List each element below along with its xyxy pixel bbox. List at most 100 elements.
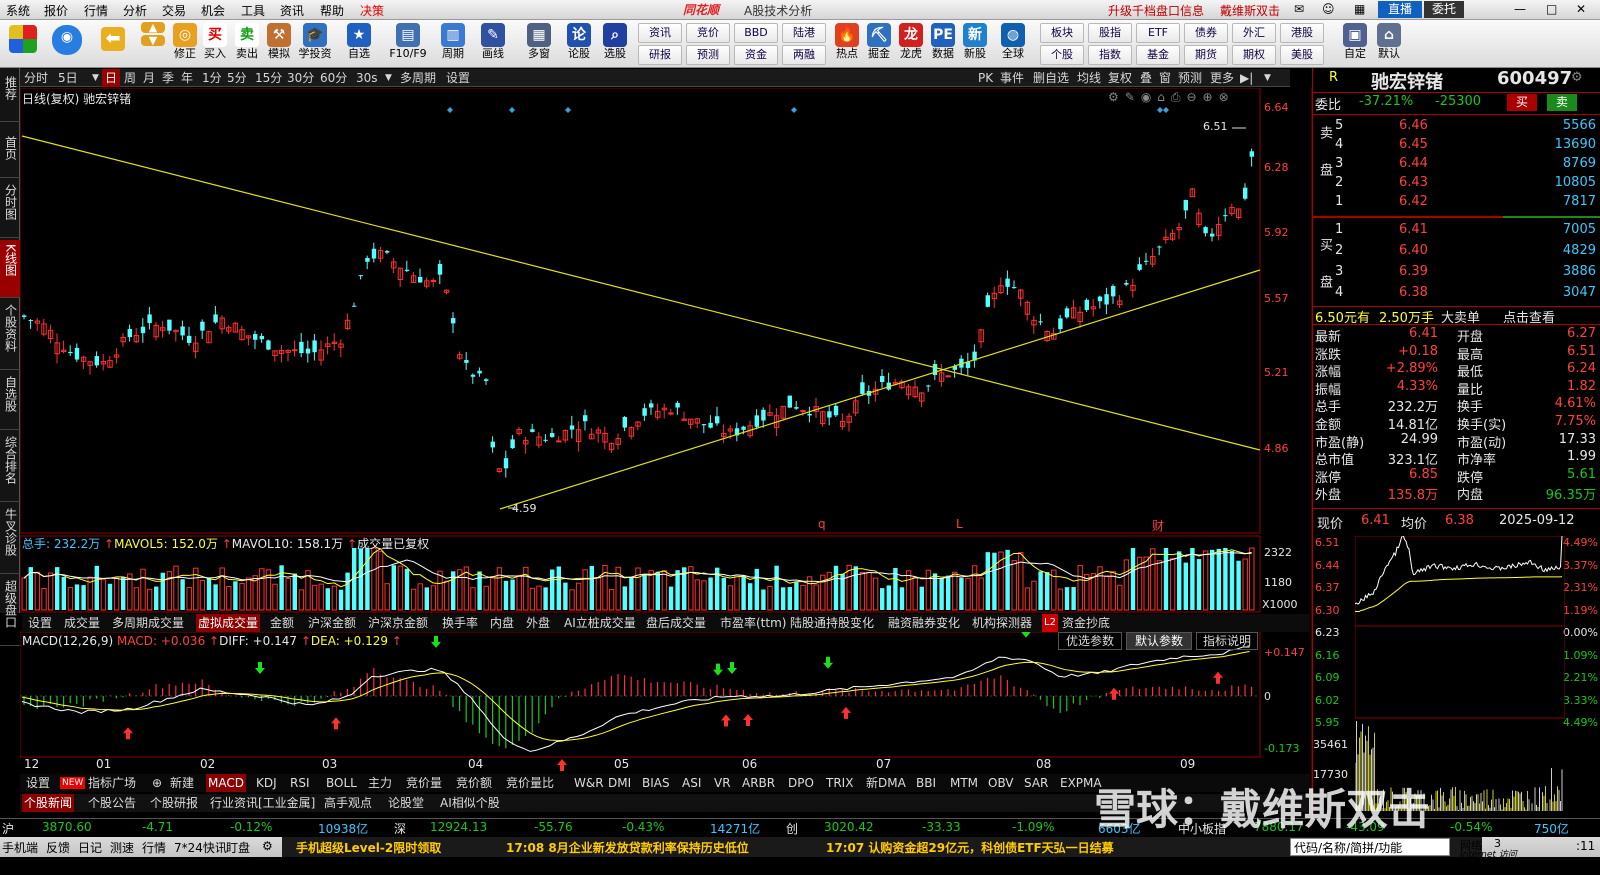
news-tab-announce[interactable]: 个股公告 xyxy=(86,794,138,812)
btab-indicator-square[interactable]: 指标广场 xyxy=(86,774,138,792)
ind-tab-inner[interactable]: 内盘 xyxy=(488,614,516,632)
btab-boll[interactable]: BOLL xyxy=(324,774,359,792)
menu-info[interactable]: 资讯 xyxy=(280,2,304,19)
menu-tools[interactable]: 工具 xyxy=(241,2,265,19)
btab-obv[interactable]: OBV xyxy=(986,774,1016,792)
maximize-icon[interactable]: □ xyxy=(1546,2,1557,16)
chart-tool-icons[interactable]: ⚙✎◉⌂⎙⊖⊕⊗ xyxy=(1108,90,1235,105)
feedback-link[interactable]: 反馈 xyxy=(46,839,70,856)
news-tab-ai-similar[interactable]: AI相似个股 xyxy=(438,794,502,812)
buy-button[interactable]: 买 xyxy=(1507,94,1537,111)
left-tab-ranking[interactable]: 综合排名 xyxy=(0,432,20,502)
toolbar-select[interactable]: ⌕ 选股 xyxy=(598,22,632,66)
davis-link[interactable]: 戴维斯双击 xyxy=(1220,2,1280,19)
ind-tab-volume[interactable]: 成交量 xyxy=(62,614,102,632)
ind-tab-sh-sz-amount[interactable]: 沪深金额 xyxy=(306,614,358,632)
close-icon[interactable]: ✕ xyxy=(1576,2,1586,16)
btn-margin[interactable]: 两融 xyxy=(782,45,826,65)
toolbar-buy[interactable]: 买买入 xyxy=(198,22,232,66)
flash-link[interactable]: 7*24快讯 xyxy=(174,839,227,856)
ma-button[interactable]: 均线 xyxy=(1077,69,1101,87)
btn-bond[interactable]: 债券 xyxy=(1184,23,1228,43)
toolbar-data[interactable]: PE 数据 xyxy=(926,22,960,66)
toolbar-hotspot[interactable]: 🔥 热点 xyxy=(830,22,864,66)
btab-kdj[interactable]: KDJ xyxy=(254,774,279,792)
toolbar-forum[interactable]: 论论股 xyxy=(562,22,596,66)
period-60min[interactable]: 60分 xyxy=(320,69,347,87)
period-30min[interactable]: 30分 xyxy=(287,69,314,87)
toolbar-learn[interactable]: 🎓 学投资 xyxy=(298,22,332,66)
btn-research[interactable]: 研报 xyxy=(638,45,682,65)
idx-sh-label[interactable]: 沪 xyxy=(2,820,14,837)
btn-news[interactable]: 资讯 xyxy=(638,23,682,43)
btn-funds[interactable]: 资金 xyxy=(734,45,778,65)
period-multi[interactable]: 多周期 xyxy=(400,69,436,87)
toolbar-fix[interactable]: ◎ 修正 xyxy=(168,22,202,66)
ind-tab-l2[interactable]: L2 xyxy=(1042,614,1058,632)
news-tab-research[interactable]: 个股研报 xyxy=(148,794,200,812)
btab-new[interactable]: 新建 xyxy=(168,774,196,792)
bell-icon[interactable]: ✉ xyxy=(1294,2,1304,16)
adjust-button[interactable]: 复权 xyxy=(1108,69,1132,87)
trendline-down[interactable] xyxy=(21,135,1261,451)
ind-tab-outer[interactable]: 外盘 xyxy=(524,614,552,632)
event-button[interactable]: 事件 xyxy=(1000,69,1024,87)
period-30s[interactable]: 30s xyxy=(356,69,378,87)
ind-tab-margin-change[interactable]: 融资融券变化 xyxy=(886,614,962,632)
order-button[interactable]: 委托 xyxy=(1424,1,1464,18)
menu-market[interactable]: 行情 xyxy=(84,2,108,19)
left-tab-superorder[interactable]: 超级盘口 xyxy=(0,576,20,646)
toolbar-multiwindow[interactable]: ▦ 多窗 xyxy=(522,22,556,66)
toolbar-ipo[interactable]: 新新股 xyxy=(958,22,992,66)
period-5day[interactable]: 5日 xyxy=(58,69,78,87)
left-tab-timeline[interactable]: 分时图 xyxy=(0,180,20,238)
expand-icon[interactable]: ▶| xyxy=(1240,69,1253,87)
btn-options[interactable]: 期权 xyxy=(1232,45,1276,65)
toolbar-draw[interactable]: ✎ 画线 xyxy=(476,22,510,66)
btab-wr[interactable]: W&R xyxy=(572,774,606,792)
settings-icon[interactable]: ⚙ xyxy=(1571,70,1583,85)
btab-bias[interactable]: BIAS xyxy=(640,774,672,792)
btab-asi[interactable]: ASI xyxy=(680,774,703,792)
left-tab-diagnose[interactable]: 牛叉诊股 xyxy=(0,504,20,574)
left-tab-recommend[interactable]: 推荐 xyxy=(0,70,20,122)
btab-vr[interactable]: VR xyxy=(712,774,733,792)
up-arrow-icon[interactable]: ▲ xyxy=(141,22,165,33)
btab-mtm[interactable]: MTM xyxy=(948,774,980,792)
ind-tab-sh-sz-bj-amount[interactable]: 沪深京金额 xyxy=(366,614,430,632)
event-marker-l[interactable]: L xyxy=(956,517,963,531)
btab-settings[interactable]: 设置 xyxy=(24,774,52,792)
btab-trix[interactable]: TRIX xyxy=(824,774,855,792)
btn-fund[interactable]: 基金 xyxy=(1136,45,1180,65)
period-5min[interactable]: 5分 xyxy=(227,69,247,87)
btab-auction-amount[interactable]: 竞价额 xyxy=(454,774,494,792)
ind-tab-multi-volume[interactable]: 多周期成交量 xyxy=(110,614,186,632)
news-tab-industry[interactable]: 行业资讯[工业金属] xyxy=(208,794,317,812)
idx-cy-label[interactable]: 创 xyxy=(786,820,798,837)
trendline-up[interactable] xyxy=(499,269,1261,510)
toolbar-dragon[interactable]: 龙龙虎 xyxy=(894,22,928,66)
optimal-params-button[interactable]: 优选参数 xyxy=(1058,632,1122,650)
plus-icon[interactable]: ⊕ xyxy=(150,774,164,792)
btn-forex[interactable]: 外汇 xyxy=(1232,23,1276,43)
toolbar-default[interactable]: ⌂ 默认 xyxy=(1372,22,1406,66)
upgrade-link[interactable]: 升级千档盘口信息 xyxy=(1108,2,1204,19)
speedtest-link[interactable]: 测速 xyxy=(110,839,134,856)
live-button[interactable]: 直播 xyxy=(1378,1,1422,18)
ind-tab-after-volume[interactable]: 盘后成交量 xyxy=(644,614,708,632)
btab-expma[interactable]: EXPMA xyxy=(1058,774,1104,792)
btab-sar[interactable]: SAR xyxy=(1022,774,1050,792)
ind-tab-bottom-fishing[interactable]: 资金抄底 xyxy=(1060,614,1112,632)
news-tab-forum[interactable]: 论股堂 xyxy=(386,794,426,812)
period-1min[interactable]: 1分 xyxy=(202,69,222,87)
toolbar-simulate[interactable]: ⚒ 模拟 xyxy=(262,22,296,66)
chevron-down-icon[interactable]: ▼ xyxy=(385,69,392,87)
robot-icon[interactable]: ◉ xyxy=(52,25,82,55)
down-arrow-icon[interactable]: ▼ xyxy=(141,35,165,46)
left-tab-home[interactable]: 首页 xyxy=(0,126,20,178)
btab-main-force[interactable]: 主力 xyxy=(366,774,394,792)
left-tab-kline[interactable]: K线图 xyxy=(0,240,20,298)
code-search-input[interactable]: 代码/名称/简拼/功能 xyxy=(1294,839,1402,856)
menu-opportunity[interactable]: 机会 xyxy=(201,2,225,19)
menu-trade[interactable]: 交易 xyxy=(162,2,186,19)
